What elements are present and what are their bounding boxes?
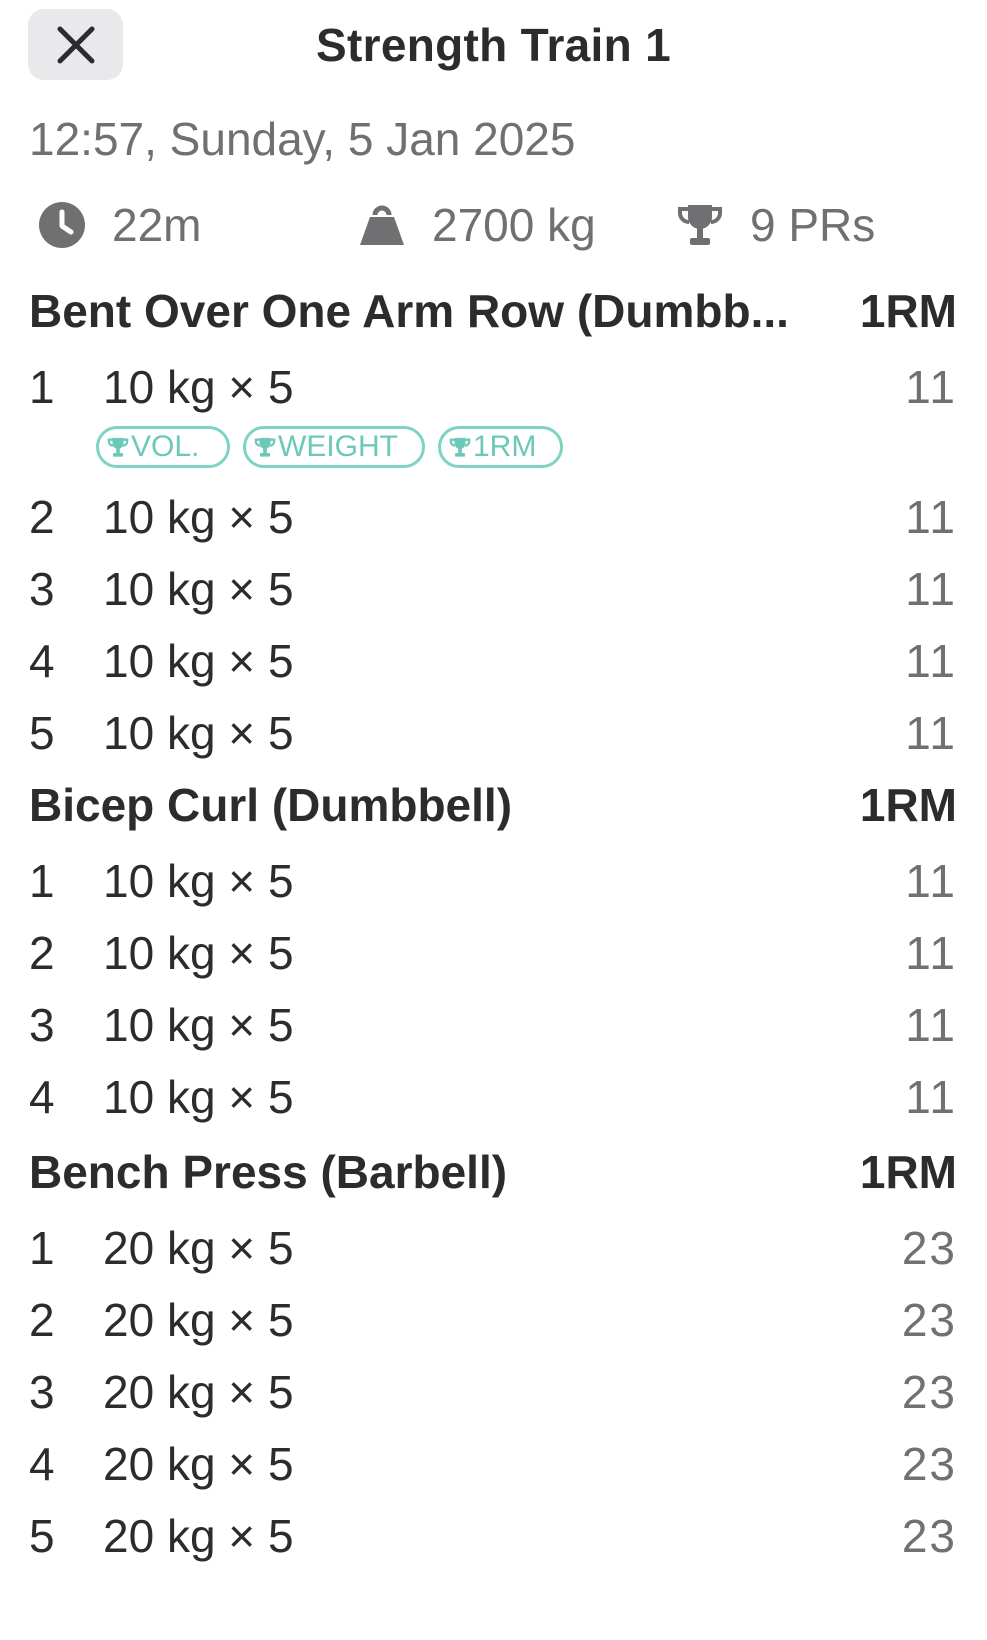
set-number: 5 bbox=[29, 1510, 55, 1562]
one-rm-column-label: 1RM bbox=[859, 779, 957, 831]
volume-value: 2700 kg bbox=[432, 199, 596, 251]
set-one-rm: 11 bbox=[905, 635, 957, 687]
set-row: 2 10 kg × 5 11 bbox=[0, 916, 987, 988]
set-one-rm: 11 bbox=[905, 999, 957, 1051]
workout-date: 12:57, Sunday, 5 Jan 2025 bbox=[29, 113, 576, 165]
set-row: 3 10 kg × 5 11 bbox=[0, 552, 987, 624]
set-one-rm: 11 bbox=[905, 927, 957, 979]
set-number: 2 bbox=[29, 1294, 55, 1346]
exercise-name: Bicep Curl (Dumbbell) bbox=[29, 779, 513, 831]
exercise-card[interactable]: Bench Press (Barbell) 1RM 1 20 kg × 5 23… bbox=[0, 1141, 987, 1571]
trophy-icon bbox=[254, 436, 276, 458]
set-row: 3 20 kg × 5 23 bbox=[0, 1355, 987, 1427]
set-row: 5 20 kg × 5 23 bbox=[0, 1499, 987, 1571]
weight-icon bbox=[360, 205, 404, 245]
set-weight-reps: 10 kg × 5 bbox=[103, 927, 294, 979]
exercise-header: Bench Press (Barbell) 1RM bbox=[0, 1141, 987, 1211]
trophy-icon bbox=[678, 205, 722, 245]
set-one-rm: 11 bbox=[905, 1071, 957, 1123]
set-weight-reps: 20 kg × 5 bbox=[103, 1438, 294, 1490]
set-row: 1 10 kg × 5 11 bbox=[0, 350, 987, 422]
exercise-header: Bicep Curl (Dumbbell) 1RM bbox=[0, 774, 987, 844]
set-weight-reps: 20 kg × 5 bbox=[103, 1366, 294, 1418]
set-row: 1 10 kg × 5 11 bbox=[0, 844, 987, 916]
trophy-icon bbox=[107, 436, 129, 458]
pr-badge-label: VOL. bbox=[131, 430, 200, 463]
set-weight-reps: 10 kg × 5 bbox=[103, 855, 294, 907]
clock-icon bbox=[39, 202, 85, 248]
one-rm-column-label: 1RM bbox=[859, 1146, 957, 1198]
set-row: 5 10 kg × 5 11 bbox=[0, 696, 987, 768]
set-number: 4 bbox=[29, 635, 55, 687]
duration-stat: 22m bbox=[38, 190, 201, 260]
set-number: 3 bbox=[29, 1366, 55, 1418]
set-one-rm: 23 bbox=[901, 1294, 957, 1346]
set-number: 5 bbox=[29, 707, 55, 759]
set-row: 4 20 kg × 5 23 bbox=[0, 1427, 987, 1499]
set-weight-reps: 10 kg × 5 bbox=[103, 1071, 294, 1123]
exercise-name: Bench Press (Barbell) bbox=[29, 1146, 508, 1198]
set-row: 1 20 kg × 5 23 bbox=[0, 1211, 987, 1283]
set-number: 4 bbox=[29, 1071, 55, 1123]
set-row: 2 10 kg × 5 11 bbox=[0, 480, 987, 552]
set-one-rm: 23 bbox=[901, 1438, 957, 1490]
set-weight-reps: 10 kg × 5 bbox=[103, 707, 294, 759]
duration-value: 22m bbox=[112, 199, 202, 251]
exercise-card[interactable]: Bicep Curl (Dumbbell) 1RM 1 10 kg × 5 11… bbox=[0, 774, 987, 1132]
set-weight-reps: 20 kg × 5 bbox=[103, 1294, 294, 1346]
set-one-rm: 11 bbox=[905, 491, 957, 543]
page-title: Strength Train 1 bbox=[316, 19, 671, 71]
set-one-rm: 11 bbox=[905, 855, 957, 907]
trophy-icon bbox=[449, 436, 471, 458]
one-rm-column-label: 1RM bbox=[859, 285, 957, 337]
header: Strength Train 1 bbox=[0, 0, 987, 100]
exercise-header: Bent Over One Arm Row (Dumbb... 1RM bbox=[0, 280, 987, 350]
set-weight-reps: 20 kg × 5 bbox=[103, 1510, 294, 1562]
set-one-rm: 11 bbox=[905, 361, 957, 413]
set-row: 4 10 kg × 5 11 bbox=[0, 1060, 987, 1132]
set-one-rm: 11 bbox=[905, 707, 957, 759]
pr-badge-1rm: 1RM bbox=[438, 426, 563, 468]
set-number: 1 bbox=[29, 1222, 55, 1274]
exercise-name: Bent Over One Arm Row (Dumbb... bbox=[29, 285, 789, 337]
set-number: 2 bbox=[29, 491, 55, 543]
set-weight-reps: 10 kg × 5 bbox=[103, 491, 294, 543]
set-weight-reps: 10 kg × 5 bbox=[103, 635, 294, 687]
pr-badge-weight: WEIGHT bbox=[243, 426, 425, 468]
set-number: 1 bbox=[29, 361, 55, 413]
set-number: 4 bbox=[29, 1438, 55, 1490]
set-weight-reps: 10 kg × 5 bbox=[103, 361, 294, 413]
set-row: 4 10 kg × 5 11 bbox=[0, 624, 987, 696]
set-one-rm: 11 bbox=[905, 563, 957, 615]
pr-badge-label: 1RM bbox=[473, 430, 537, 463]
set-row: 3 10 kg × 5 11 bbox=[0, 988, 987, 1060]
pr-badge-label: WEIGHT bbox=[278, 430, 398, 463]
pr-badge-volume: VOL. bbox=[96, 426, 230, 468]
volume-stat: 2700 kg bbox=[358, 190, 596, 260]
set-number: 1 bbox=[29, 855, 55, 907]
set-one-rm: 23 bbox=[901, 1510, 957, 1562]
set-number: 2 bbox=[29, 927, 55, 979]
pr-badges: VOL. WEIGHT 1RM bbox=[0, 422, 987, 480]
set-number: 3 bbox=[29, 999, 55, 1051]
prs-value: 9 PRs bbox=[750, 199, 876, 251]
prs-stat: 9 PRs bbox=[676, 190, 875, 260]
set-weight-reps: 10 kg × 5 bbox=[103, 999, 294, 1051]
set-number: 3 bbox=[29, 563, 55, 615]
exercise-card[interactable]: Bent Over One Arm Row (Dumbb... 1RM 1 10… bbox=[0, 280, 987, 768]
set-weight-reps: 20 kg × 5 bbox=[103, 1222, 294, 1274]
set-weight-reps: 10 kg × 5 bbox=[103, 563, 294, 615]
set-row: 2 20 kg × 5 23 bbox=[0, 1283, 987, 1355]
set-one-rm: 23 bbox=[901, 1222, 957, 1274]
set-one-rm: 23 bbox=[901, 1366, 957, 1418]
workout-stats: 22m 2700 kg 9 PRs bbox=[0, 190, 987, 260]
